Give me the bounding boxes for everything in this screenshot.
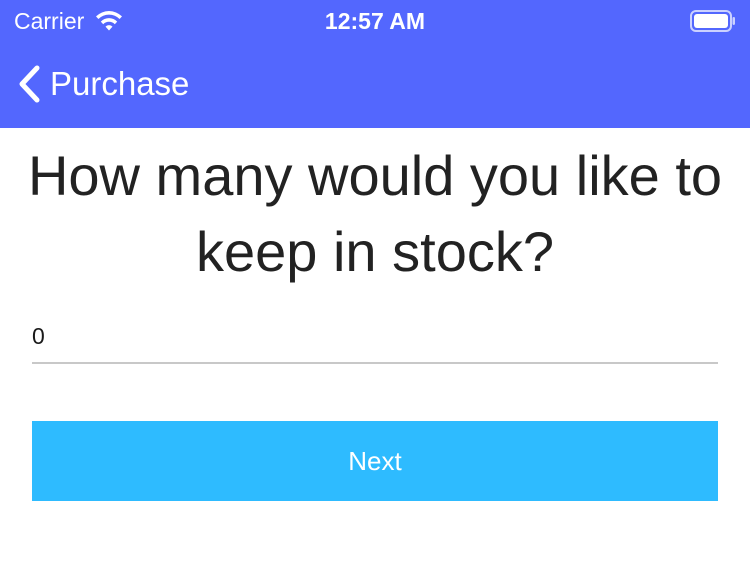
back-label: Purchase — [50, 65, 190, 102]
app-header: Carrier 12:57 AM Purchase — [0, 0, 750, 128]
quantity-field — [32, 312, 718, 364]
quantity-input[interactable] — [32, 312, 718, 360]
page-title: How many would you like to keep in stock… — [27, 144, 723, 283]
navigation-bar: Purchase — [0, 40, 750, 128]
chevron-left-icon — [19, 65, 40, 103]
status-bar: Carrier 12:57 AM — [0, 0, 750, 40]
battery-icon — [690, 10, 735, 32]
purchase-screen: Carrier 12:57 AM Purchase How many would… — [0, 0, 750, 582]
status-time: 12:57 AM — [324, 8, 426, 34]
back-button[interactable]: Purchase — [16, 62, 189, 106]
next-button[interactable]: Next — [32, 421, 718, 501]
